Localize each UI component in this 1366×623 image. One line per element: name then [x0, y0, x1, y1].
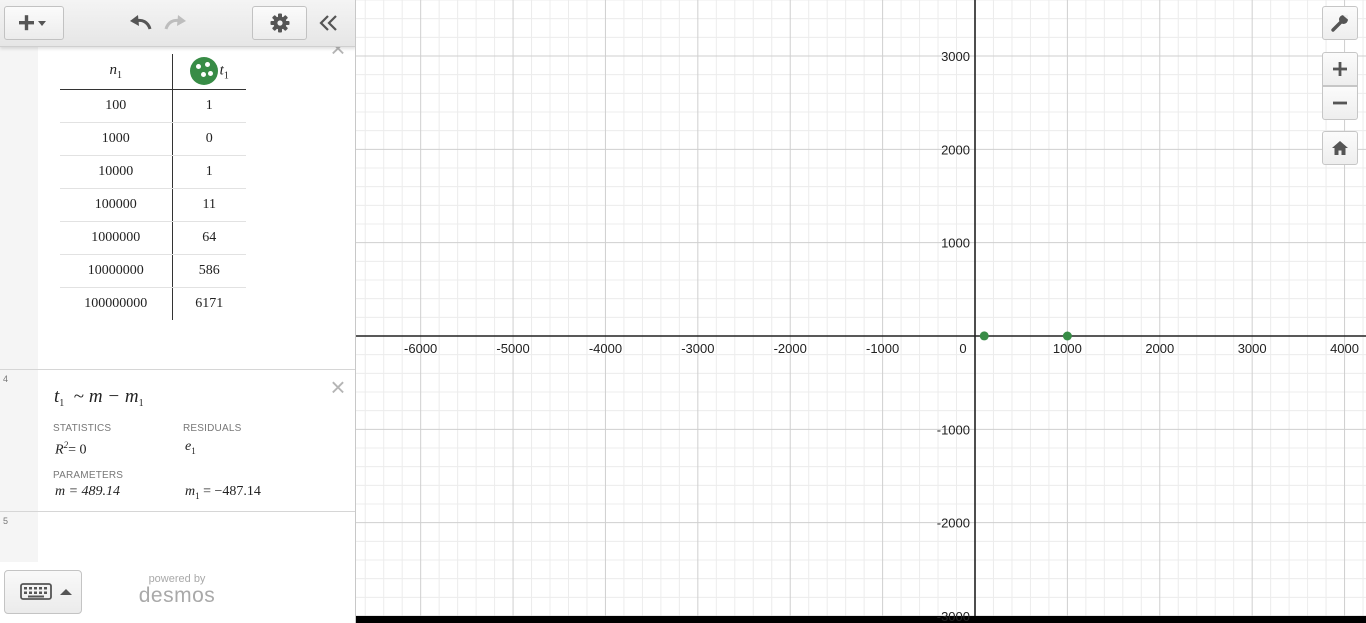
expression-panel: × n1 t1 100 1 1000 0 10000 1 100000 11 1000000 64… — [0, 0, 356, 623]
delete-regression-icon[interactable]: × — [328, 374, 348, 400]
parameters-label: PARAMETERS — [53, 470, 124, 481]
table-cell-t[interactable]: 1 — [172, 89, 246, 123]
gear-icon — [270, 13, 289, 33]
data-point[interactable] — [1062, 331, 1072, 341]
y-tick-label: 1000 — [941, 236, 970, 251]
home-icon — [1332, 141, 1348, 155]
table-cell-n[interactable]: 10000000 — [60, 254, 173, 288]
redo-icon — [164, 15, 186, 30]
x-tick-label: -1000 — [866, 341, 899, 356]
table-cell-n[interactable]: 100 — [60, 89, 173, 123]
x-tick-label: 0 — [959, 341, 966, 356]
x-tick-label: -4000 — [589, 341, 622, 356]
expression-gutter — [0, 47, 38, 369]
table-cell-n[interactable]: 100000000 — [60, 287, 173, 320]
column-header-n[interactable]: n1 — [60, 54, 173, 90]
x-tick-label: -2000 — [774, 341, 807, 356]
residuals-label: RESIDUALS — [183, 423, 242, 434]
keyboard-toggle-button[interactable] — [4, 570, 82, 614]
powered-by-desmos[interactable]: powered by desmos — [137, 573, 217, 607]
x-tick-label: -3000 — [681, 341, 714, 356]
graph-settings-button[interactable] — [252, 6, 307, 40]
zoom-out-button[interactable] — [1322, 86, 1358, 120]
graph-paper[interactable]: -6000 -5000 -4000 -3000 -2000 -1000 0 1000 2000 3… — [356, 0, 1366, 623]
expression-index: 5 — [0, 512, 38, 562]
default-viewport-button[interactable] — [1322, 131, 1358, 165]
double-chevron-left-icon — [319, 15, 337, 31]
x-tick-label: 1000 — [1053, 341, 1082, 356]
expression-index: 4 — [0, 370, 38, 511]
x-tick-label: -5000 — [496, 341, 529, 356]
wrench-icon — [1331, 14, 1349, 32]
table-cell-t[interactable]: 11 — [172, 188, 246, 222]
point-style-icon[interactable] — [189, 57, 218, 86]
table-cell-t[interactable]: 64 — [172, 221, 246, 255]
plus-dropdown-icon — [19, 15, 46, 31]
statistics-label: STATISTICS — [53, 423, 112, 434]
y-tick-label: -2000 — [937, 516, 970, 531]
y-tick-label: 3000 — [941, 49, 970, 64]
table-row: 100 1 — [60, 89, 246, 123]
data-table: n1 t1 100 1 1000 0 10000 1 100000 11 1000000 64 10… — [60, 54, 246, 320]
x-tick-label: -6000 — [404, 341, 437, 356]
undo-icon — [130, 15, 152, 30]
table-cell-t[interactable]: 1 — [172, 155, 246, 189]
graph-tools-button[interactable] — [1322, 6, 1358, 40]
y-tick-label: -3000 — [937, 609, 970, 623]
y-tick-label: 2000 — [941, 142, 970, 157]
keyboard-icon — [20, 583, 72, 600]
table-cell-n[interactable]: 1000000 — [60, 221, 173, 255]
table-cell-t[interactable]: 0 — [172, 122, 246, 156]
x-tick-label: 4000 — [1330, 341, 1359, 356]
collapse-panel-button[interactable] — [314, 9, 344, 37]
r-squared-value: R2= 0 — [55, 440, 87, 458]
zoom-in-icon — [1333, 62, 1347, 76]
column-header-t[interactable]: t1 — [172, 54, 246, 90]
parameter-m1: m1 = −487.14 — [185, 484, 261, 501]
table-cell-n[interactable]: 10000 — [60, 155, 173, 189]
table-row: 10000000 586 — [60, 254, 246, 288]
table-cell-n[interactable]: 100000 — [60, 188, 173, 222]
regression-expression[interactable]: t1 ~ m − m1 — [54, 386, 144, 409]
new-expression-input[interactable] — [38, 512, 355, 562]
table-row: 1000 0 — [60, 122, 246, 156]
parameter-m: m = 489.14 — [55, 484, 121, 499]
x-tick-label: 2000 — [1145, 341, 1174, 356]
add-item-button[interactable] — [4, 6, 64, 40]
table-cell-n[interactable]: 1000 — [60, 122, 173, 156]
undo-button[interactable] — [126, 9, 156, 37]
table-row: 1000000 64 — [60, 221, 246, 255]
zoom-in-button[interactable] — [1322, 52, 1358, 86]
table-cell-t[interactable]: 586 — [172, 254, 246, 288]
zoom-out-icon — [1333, 101, 1347, 105]
expression-toolbar — [0, 0, 355, 47]
x-tick-label: 3000 — [1238, 341, 1267, 356]
residuals-variable[interactable]: e1 — [185, 439, 196, 456]
graph-bottom-edge — [356, 616, 1366, 623]
table-cell-t[interactable]: 6171 — [172, 287, 246, 320]
table-row: 100000 11 — [60, 188, 246, 222]
data-point[interactable] — [979, 331, 989, 341]
table-row: 10000 1 — [60, 155, 246, 189]
table-row: 100000000 6171 — [60, 287, 246, 320]
y-tick-label: -1000 — [937, 422, 970, 437]
graph-canvas[interactable]: -6000 -5000 -4000 -3000 -2000 -1000 0 1000 2000 3… — [356, 0, 1366, 623]
redo-button[interactable] — [160, 9, 190, 37]
